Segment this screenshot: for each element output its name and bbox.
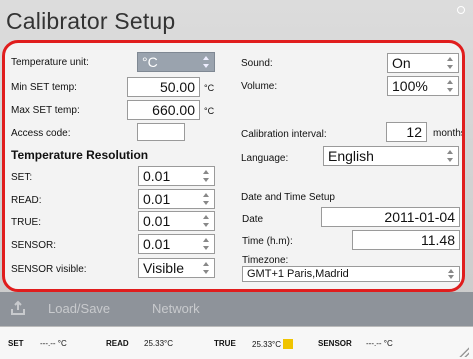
page-title: Calibrator Setup — [6, 8, 176, 34]
temperature-resolution-header: Temperature Resolution — [11, 148, 149, 162]
set-resolution-select[interactable]: 0.01 — [138, 166, 215, 186]
status-read-value: 25.33°C — [144, 339, 173, 348]
read-resolution-select[interactable]: 0.01 — [138, 189, 215, 209]
timezone-label: Timezone: — [242, 255, 289, 266]
spinner-icon — [446, 80, 454, 92]
read-resolution-label: READ: — [11, 195, 42, 206]
set-resolution-label: SET: — [11, 172, 33, 183]
read-resolution-value: 0.01 — [143, 191, 171, 207]
timezone-select[interactable]: GMT+1 Paris,Madrid — [242, 266, 460, 282]
temperature-unit-select[interactable]: °C — [137, 52, 215, 72]
min-set-temp-input[interactable]: 50.00 — [127, 77, 200, 97]
time-input[interactable]: 11.48 — [352, 230, 460, 250]
warning-icon — [283, 339, 293, 349]
status-bar: SET ---.-- °C READ 25.33°C TRUE 25.33°C … — [0, 326, 473, 359]
network-button[interactable]: Network — [152, 301, 200, 316]
status-sensor-label: SENSOR — [318, 339, 352, 348]
status-set-value: ---.-- °C — [40, 339, 67, 348]
sound-label: Sound: — [241, 58, 273, 69]
clock-indicator — [457, 6, 467, 15]
access-code-input[interactable] — [137, 123, 185, 141]
sensor-visible-label: SENSOR visible: — [11, 264, 87, 275]
true-resolution-select[interactable]: 0.01 — [138, 211, 215, 231]
sensor-resolution-value: 0.01 — [143, 236, 171, 252]
sensor-visible-select[interactable]: Visible — [138, 258, 215, 278]
max-set-temp-input[interactable]: 660.00 — [127, 100, 200, 120]
sound-value: On — [392, 55, 411, 71]
status-sensor-value: ---.-- °C — [366, 339, 393, 348]
spinner-icon — [202, 238, 210, 250]
calibration-interval-label: Calibration interval: — [241, 129, 327, 140]
resize-grip-icon[interactable] — [459, 347, 469, 357]
language-select[interactable]: English — [323, 146, 459, 166]
spinner-icon — [446, 150, 454, 162]
temperature-unit-label: Temperature unit: — [11, 57, 89, 68]
sound-select[interactable]: On — [387, 53, 459, 73]
status-true-label: TRUE — [214, 339, 236, 348]
date-time-setup-header: Date and Time Setup — [241, 192, 335, 203]
true-resolution-value: 0.01 — [143, 213, 171, 229]
date-input[interactable]: 2011-01-04 — [321, 207, 460, 227]
spinner-icon — [202, 215, 210, 227]
time-label: Time (h.m): — [242, 236, 293, 247]
true-resolution-label: TRUE: — [11, 217, 41, 228]
language-value: English — [328, 148, 374, 164]
temperature-unit-value: °C — [142, 54, 158, 70]
clock-icon — [457, 6, 465, 14]
min-set-temp-unit: °C — [204, 83, 215, 93]
bottom-toolbar: Load/Save Network — [0, 292, 473, 326]
status-read-label: READ — [106, 339, 129, 348]
spinner-icon — [202, 262, 210, 274]
access-code-label: Access code: — [11, 128, 71, 139]
sensor-visible-value: Visible — [143, 260, 184, 276]
language-label: Language: — [241, 153, 289, 164]
load-save-icon — [10, 300, 26, 316]
spinner-icon — [202, 193, 210, 205]
max-set-temp-label: Max SET temp: — [11, 105, 80, 116]
set-resolution-value: 0.01 — [143, 168, 171, 184]
max-set-temp-unit: °C — [204, 106, 215, 116]
spinner-icon — [446, 57, 454, 69]
sensor-resolution-select[interactable]: 0.01 — [138, 234, 215, 254]
min-set-temp-label: Min SET temp: — [11, 82, 77, 93]
timezone-value: GMT+1 Paris,Madrid — [247, 268, 349, 280]
date-label: Date — [242, 214, 264, 225]
spinner-icon — [447, 269, 455, 279]
calibration-interval-unit: months — [433, 128, 465, 139]
load-save-button[interactable]: Load/Save — [48, 301, 110, 316]
status-true-value: 25.33°C — [252, 339, 293, 349]
sensor-resolution-label: SENSOR: — [11, 240, 57, 251]
status-set-label: SET — [8, 339, 24, 348]
volume-select[interactable]: 100% — [387, 76, 459, 96]
volume-label: Volume: — [241, 81, 278, 92]
settings-panel: Temperature unit: °C Min SET temp: 50.00… — [2, 40, 465, 292]
spinner-icon — [202, 170, 210, 182]
spinner-icon — [202, 56, 210, 68]
calibration-interval-input[interactable]: 12 — [386, 122, 427, 142]
volume-value: 100% — [392, 78, 428, 94]
